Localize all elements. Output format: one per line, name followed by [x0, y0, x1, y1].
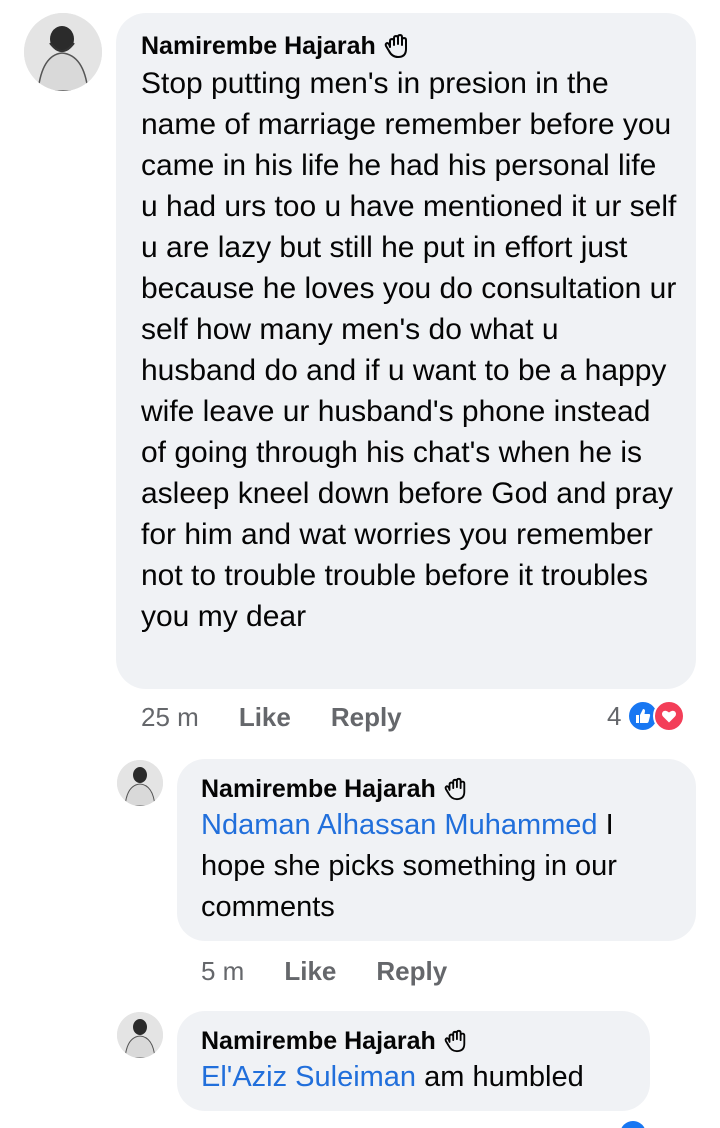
- waving-hand-icon: [444, 1029, 468, 1053]
- author-name[interactable]: Namirembe Hajarah: [141, 32, 376, 61]
- comment-time[interactable]: 25 m: [141, 702, 199, 733]
- reaction-summary[interactable]: 4: [607, 699, 686, 733]
- reply-bubble: Namirembe Hajarah El'Aziz Suleiman am hu…: [177, 1011, 650, 1111]
- reply-message: am humbled: [416, 1061, 584, 1093]
- profile-photo: [117, 760, 163, 806]
- reply-bubble: Namirembe Hajarah Ndaman Alhassan Muhamm…: [177, 759, 696, 941]
- reply-text: El'Aziz Suleiman am humbled: [201, 1057, 626, 1098]
- reply-time[interactable]: 5 m: [201, 956, 244, 987]
- like-button[interactable]: Like: [239, 702, 291, 733]
- reply-actions: 5 m Like Reply: [201, 954, 447, 988]
- like-button[interactable]: Like: [284, 956, 336, 987]
- comment-text: Stop putting men's in presion in the nam…: [141, 67, 677, 633]
- comment-actions: 25 m Like Reply: [141, 700, 402, 734]
- mention-link[interactable]: El'Aziz Suleiman: [201, 1061, 416, 1093]
- reply-avatar[interactable]: [117, 1012, 163, 1058]
- like-icon: [620, 1121, 646, 1128]
- author-name[interactable]: Namirembe Hajarah: [201, 1027, 436, 1056]
- reaction-count: 4: [607, 700, 622, 731]
- avatar[interactable]: [24, 13, 102, 91]
- reply-button[interactable]: Reply: [331, 702, 402, 733]
- profile-photo: [117, 1012, 163, 1058]
- comment-bubble: Namirembe Hajarah Stop putting men's in …: [116, 13, 696, 689]
- reply-button[interactable]: Reply: [376, 956, 447, 987]
- comment-author[interactable]: Namirembe Hajarah: [141, 29, 672, 63]
- waving-hand-icon: [444, 777, 468, 801]
- author-name[interactable]: Namirembe Hajarah: [201, 775, 436, 804]
- waving-hand-icon: [384, 33, 410, 59]
- profile-photo: [24, 13, 102, 91]
- mention-link[interactable]: Ndaman Alhassan Muhammed: [201, 809, 598, 841]
- love-icon: [653, 700, 686, 732]
- reply-text: Ndaman Alhassan Muhammed I hope she pick…: [201, 805, 676, 928]
- reply-author[interactable]: Namirembe Hajarah: [201, 1025, 626, 1057]
- reply-author[interactable]: Namirembe Hajarah: [201, 773, 672, 805]
- reply-avatar[interactable]: [117, 760, 163, 806]
